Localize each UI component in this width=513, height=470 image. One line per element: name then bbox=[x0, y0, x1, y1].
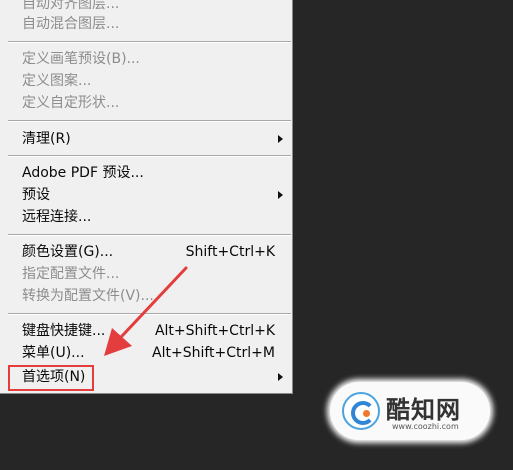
menu-item-define-brush-preset[interactable]: 定义画笔预设(B)... bbox=[0, 48, 292, 70]
submenu-arrow-icon bbox=[278, 373, 283, 381]
menu-item-label: 菜单(U)... bbox=[22, 345, 85, 361]
menu-separator bbox=[8, 234, 291, 236]
menu-item-label: 指定配置文件... bbox=[22, 266, 120, 282]
submenu-arrow-icon bbox=[278, 135, 283, 143]
annotation-highlight-box bbox=[8, 365, 94, 391]
menu-item-define-pattern[interactable]: 定义图案... bbox=[0, 70, 292, 92]
menu-item-label: 定义画笔预设(B)... bbox=[22, 51, 140, 67]
menu-item-presets[interactable]: 预设 bbox=[0, 184, 292, 206]
menu-item-label: 自动混合图层... bbox=[22, 16, 120, 32]
menu-item-remote-connections[interactable]: 远程连接... bbox=[0, 206, 292, 228]
menu-separator bbox=[8, 120, 291, 122]
menu-separator bbox=[8, 155, 291, 157]
menu-item-label: 清理(R) bbox=[22, 131, 71, 147]
menu-item-label: 定义图案... bbox=[22, 73, 92, 89]
menu-item-assign-profile[interactable]: 指定配置文件... bbox=[0, 263, 292, 285]
menu-separator bbox=[8, 313, 291, 315]
watermark: 酷知网 www.coozhi.com bbox=[330, 382, 490, 440]
menu-item-keyboard-shortcuts[interactable]: 键盘快捷键... Alt+Shift+Ctrl+K bbox=[0, 320, 292, 342]
menu-item-shortcut: Shift+Ctrl+K bbox=[185, 244, 275, 260]
menu-item-adobe-pdf-presets[interactable]: Adobe PDF 预设... bbox=[0, 162, 292, 184]
watermark-url: www.coozhi.com bbox=[392, 422, 459, 431]
menu-item-label: 预设 bbox=[22, 187, 50, 203]
submenu-arrow-icon bbox=[278, 191, 283, 199]
menu-item-menus[interactable]: 菜单(U)... Alt+Shift+Ctrl+M bbox=[0, 342, 292, 364]
menu-separator bbox=[8, 41, 291, 43]
edit-menu: 自动对齐图层... 自动混合图层... 定义画笔预设(B)... 定义图案...… bbox=[0, 0, 293, 394]
menu-item-purge[interactable]: 清理(R) bbox=[0, 128, 292, 150]
menu-item-label: 定义自定形状... bbox=[22, 95, 120, 111]
menu-item-shortcut: Alt+Shift+Ctrl+M bbox=[152, 345, 275, 361]
menu-item-shortcut: Alt+Shift+Ctrl+K bbox=[154, 323, 275, 339]
menu-item-convert-to-profile[interactable]: 转换为配置文件(V)... bbox=[0, 285, 292, 307]
menu-item-label: 远程连接... bbox=[22, 209, 92, 225]
menu-item-color-settings[interactable]: 颜色设置(G)... Shift+Ctrl+K bbox=[0, 241, 292, 263]
menu-item-auto-blend-layers[interactable]: 自动混合图层... bbox=[0, 13, 292, 35]
menu-item-define-custom-shape[interactable]: 定义自定形状... bbox=[0, 92, 292, 114]
menu-item-label: 键盘快捷键... bbox=[22, 323, 106, 339]
watermark-name: 酷知网 bbox=[386, 396, 461, 424]
menu-item-label: 颜色设置(G)... bbox=[22, 244, 114, 260]
menu-item-label: 转换为配置文件(V)... bbox=[22, 288, 154, 304]
menu-item-label: Adobe PDF 预设... bbox=[22, 165, 144, 181]
coozhi-logo-icon bbox=[342, 392, 380, 430]
